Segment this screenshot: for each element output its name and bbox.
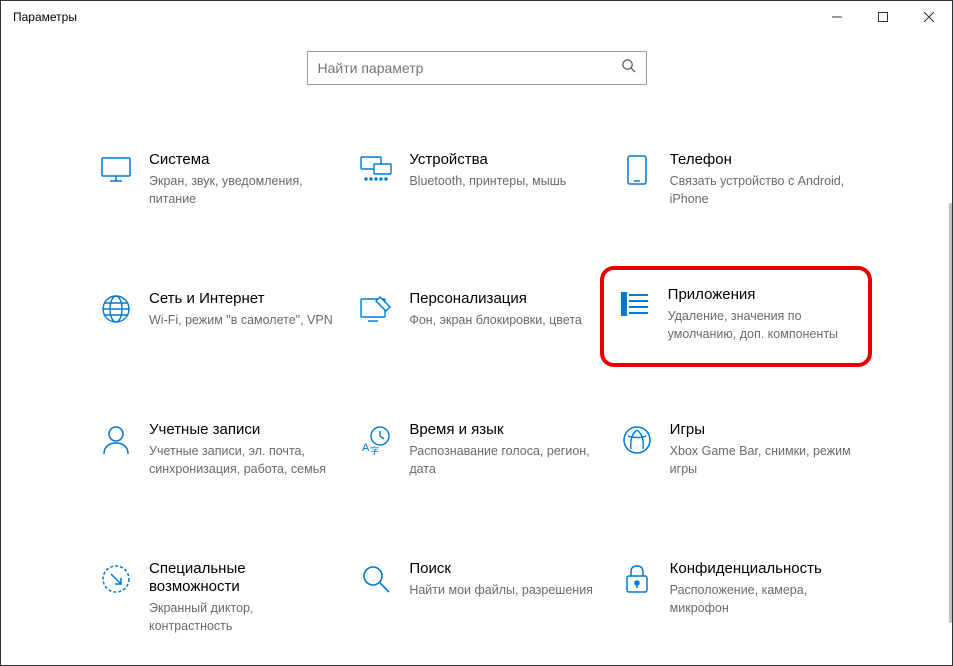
tile-sub: Экранный диктор, контрастность: [149, 600, 333, 635]
tile-title: Персонализация: [409, 290, 593, 308]
tile-title: Конфиденциальность: [670, 560, 854, 578]
close-button[interactable]: [906, 1, 952, 33]
tile-sub: Экран, звук, уведомления, питание: [149, 173, 333, 208]
tile-privacy[interactable]: Конфиденциальность Расположение, камера,…: [612, 554, 862, 641]
search-wrap: [41, 51, 912, 85]
tile-sub: Xbox Game Bar, снимки, режим игры: [670, 443, 854, 478]
tile-sub: Wi-Fi, режим "в самолете", VPN: [149, 312, 333, 330]
tile-search[interactable]: Поиск Найти мои файлы, разрешения: [351, 554, 601, 641]
titlebar: Параметры: [1, 1, 952, 33]
tile-title: Приложения: [668, 286, 854, 304]
maximize-button[interactable]: [860, 1, 906, 33]
tile-personalization[interactable]: Персонализация Фон, экран блокировки, цв…: [351, 284, 601, 345]
tile-apps[interactable]: Приложения Удаление, значения по умолчан…: [600, 266, 872, 367]
tile-title: Устройства: [409, 151, 593, 169]
settings-grid: Система Экран, звук, уведомления, питани…: [41, 145, 912, 641]
tile-title: Телефон: [670, 151, 854, 169]
tile-title: Система: [149, 151, 333, 169]
display-icon: [99, 153, 133, 187]
tile-title: Сеть и Интернет: [149, 290, 333, 308]
time-language-icon: A字: [359, 423, 393, 457]
tile-accounts[interactable]: Учетные записи Учетные записи, эл. почта…: [91, 415, 341, 484]
search-box[interactable]: [307, 51, 647, 85]
devices-icon: [359, 153, 393, 187]
tile-sub: Найти мои файлы, разрешения: [409, 582, 593, 600]
tile-network[interactable]: Сеть и Интернет Wi-Fi, режим "в самолете…: [91, 284, 341, 345]
tile-sub: Связать устройство с Android, iPhone: [670, 173, 854, 208]
tile-sub: Удаление, значения по умолчанию, доп. ко…: [668, 308, 854, 343]
phone-icon: [620, 153, 654, 187]
scrollbar[interactable]: [946, 33, 952, 665]
globe-icon: [99, 292, 133, 326]
search-icon: [621, 58, 636, 78]
tile-ease-of-access[interactable]: Специальные возможности Экранный диктор,…: [91, 554, 341, 641]
gaming-icon: [620, 423, 654, 457]
tile-sub: Расположение, камера, микрофон: [670, 582, 854, 617]
personalization-icon: [359, 292, 393, 326]
tile-title: Время и язык: [409, 421, 593, 439]
tile-sub: Распознавание голоса, регион, дата: [409, 443, 593, 478]
apps-icon: [618, 288, 652, 322]
content-area: Система Экран, звук, уведомления, питани…: [1, 33, 952, 665]
tile-system[interactable]: Система Экран, звук, уведомления, питани…: [91, 145, 341, 214]
search-tile-icon: [359, 562, 393, 596]
tile-title: Учетные записи: [149, 421, 333, 439]
tile-devices[interactable]: Устройства Bluetooth, принтеры, мышь: [351, 145, 601, 214]
search-input[interactable]: [318, 60, 621, 76]
tile-sub: Фон, экран блокировки, цвета: [409, 312, 593, 330]
accounts-icon: [99, 423, 133, 457]
tile-sub: Учетные записи, эл. почта, синхронизация…: [149, 443, 333, 478]
tile-title: Специальные возможности: [149, 560, 333, 596]
ease-of-access-icon: [99, 562, 133, 596]
svg-text:字: 字: [370, 445, 379, 455]
window-title: Параметры: [13, 10, 77, 24]
tile-title: Поиск: [409, 560, 593, 578]
privacy-icon: [620, 562, 654, 596]
scrollbar-thumb[interactable]: [949, 203, 952, 623]
tile-sub: Bluetooth, принтеры, мышь: [409, 173, 593, 191]
tile-phone[interactable]: Телефон Связать устройство с Android, iP…: [612, 145, 862, 214]
minimize-button[interactable]: [814, 1, 860, 33]
tile-time-language[interactable]: A字 Время и язык Распознавание голоса, ре…: [351, 415, 601, 484]
tile-title: Игры: [670, 421, 854, 439]
window-controls: [814, 1, 952, 33]
svg-text:A: A: [362, 442, 370, 454]
tile-gaming[interactable]: Игры Xbox Game Bar, снимки, режим игры: [612, 415, 862, 484]
